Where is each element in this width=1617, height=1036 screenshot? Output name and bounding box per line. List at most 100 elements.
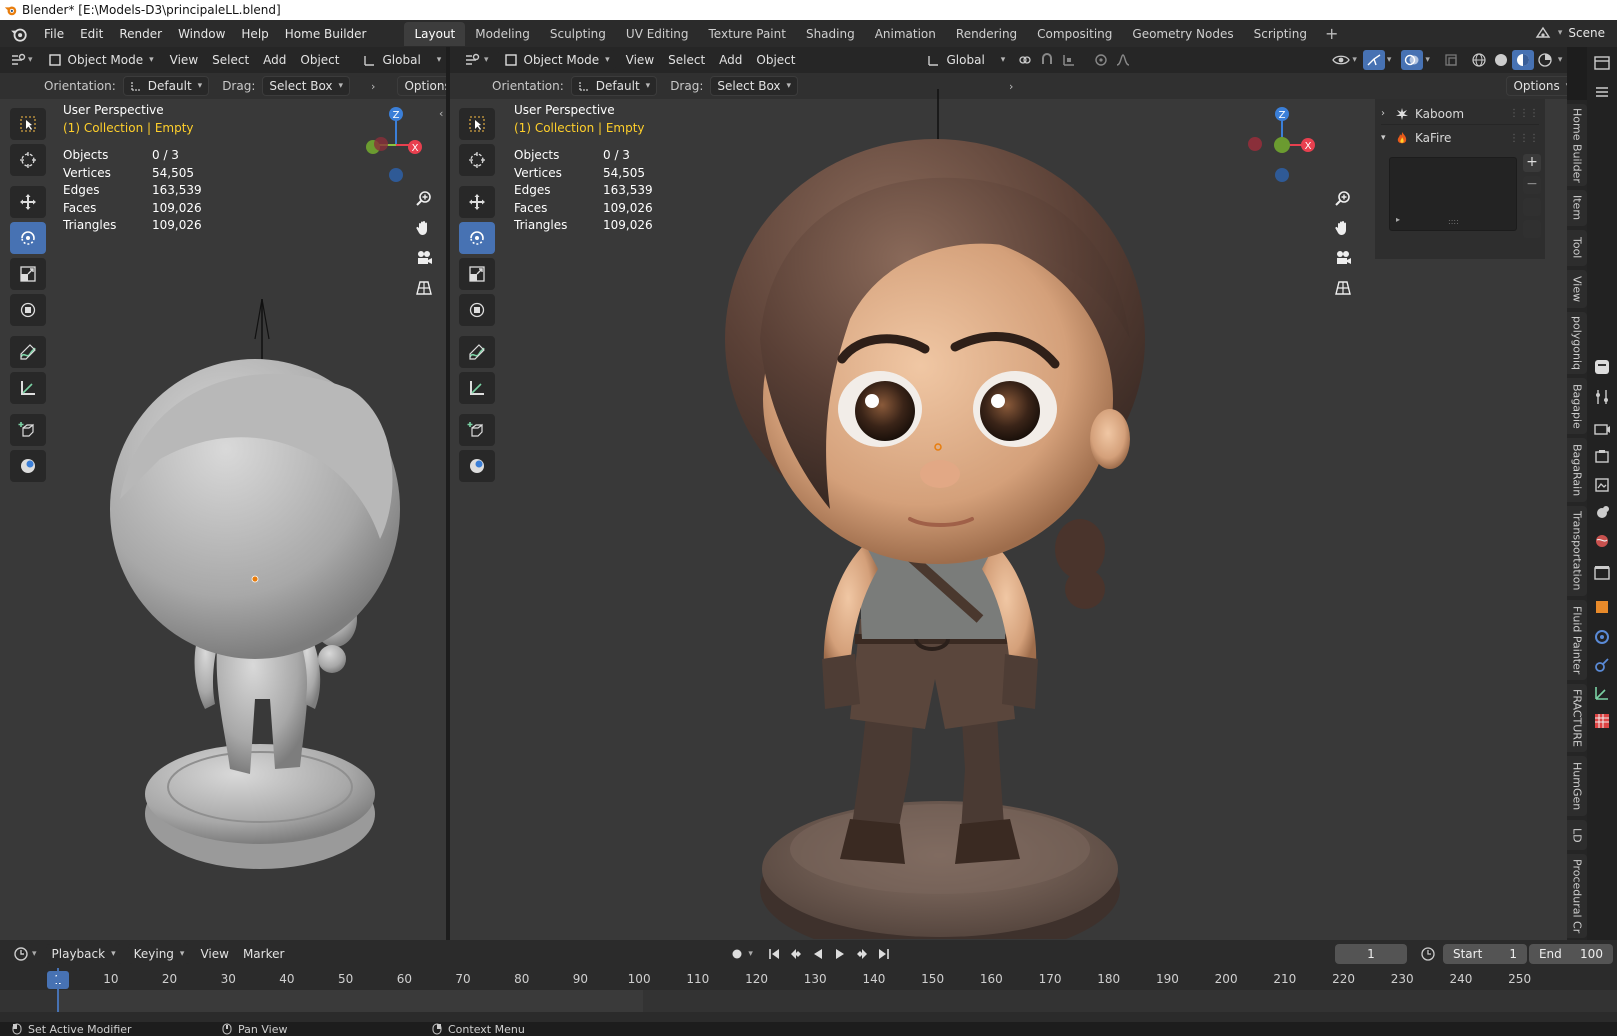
- scene-selector[interactable]: ▾ Scene: [1534, 22, 1617, 44]
- right-add-cube-tool-icon[interactable]: [459, 414, 495, 446]
- timeline-editor-type-icon[interactable]: [10, 944, 32, 964]
- jump-keyframe-back-icon[interactable]: [785, 944, 807, 964]
- left-options-dropdown[interactable]: Options: [397, 76, 448, 96]
- expand-chevron-icon[interactable]: ›: [1381, 108, 1395, 119]
- right-rotate-tool-icon[interactable]: [459, 222, 495, 254]
- scene-properties-icon[interactable]: [1592, 503, 1612, 523]
- collapse-chevron-icon[interactable]: ▾: [1381, 133, 1395, 143]
- select-box-tool-icon[interactable]: [10, 108, 46, 140]
- right-editor-type-icon[interactable]: [462, 50, 484, 70]
- left-menu-add[interactable]: Add: [256, 51, 293, 69]
- left-drag-dropdown[interactable]: Select Box ▾: [262, 76, 351, 96]
- jump-start-icon[interactable]: [763, 944, 785, 964]
- props-toggle-icon[interactable]: [1592, 357, 1612, 377]
- right-menu-add[interactable]: Add: [712, 51, 749, 69]
- right-overlay-toggle-icon[interactable]: [1401, 50, 1424, 70]
- right-navigation-gizmo[interactable]: Z X: [1246, 99, 1316, 189]
- right-visibility-icon[interactable]: [1330, 50, 1352, 70]
- object-properties-icon[interactable]: [1592, 597, 1612, 617]
- list-link-icon[interactable]: [1523, 220, 1541, 238]
- tab-animation[interactable]: Animation: [865, 22, 946, 46]
- right-zoom-icon[interactable]: [1330, 186, 1356, 210]
- left-menu-select[interactable]: Select: [205, 51, 256, 69]
- right-material-shading-icon[interactable]: [1511, 50, 1534, 70]
- play-reverse-icon[interactable]: [807, 944, 829, 964]
- right-measure-tool-icon[interactable]: [459, 372, 495, 404]
- scale-tool-icon[interactable]: [10, 258, 46, 290]
- list-resize-icon[interactable]: ::::: [1448, 217, 1459, 226]
- right-falloff-icon[interactable]: [1112, 50, 1134, 70]
- right-select-box-tool-icon[interactable]: [459, 108, 495, 140]
- right-rendered-shading-icon[interactable]: [1534, 50, 1556, 70]
- collection-properties-icon[interactable]: [1592, 563, 1612, 583]
- preview-range-icon[interactable]: [1417, 944, 1439, 964]
- rotate-tool-icon[interactable]: [10, 222, 46, 254]
- tab-geometry-nodes[interactable]: Geometry Nodes: [1122, 22, 1243, 46]
- side-tab-transportation[interactable]: Transportation: [1567, 506, 1587, 596]
- left-viewport-canvas[interactable]: User Perspective (1) Collection | Empty …: [0, 99, 446, 940]
- right-menu-object[interactable]: Object: [749, 51, 802, 69]
- list-remove-icon[interactable]: −: [1523, 176, 1541, 194]
- left-menu-view[interactable]: View: [163, 51, 205, 69]
- tool-properties-icon[interactable]: [1592, 387, 1612, 407]
- panel-kaboom[interactable]: › Kaboom ⋮⋮⋮: [1381, 103, 1539, 125]
- drag-handle-icon[interactable]: ⋮⋮⋮: [1509, 108, 1539, 119]
- keying-dropdown[interactable]: Keying ▾: [127, 944, 191, 964]
- right-viewport-canvas[interactable]: User Perspective (1) Collection | Empty …: [450, 89, 1567, 940]
- right-cursor-tool-icon[interactable]: [459, 144, 495, 176]
- camera-view-icon[interactable]: [411, 246, 437, 270]
- side-tab-polygoniq[interactable]: polygoniq: [1567, 312, 1587, 374]
- current-frame-field[interactable]: 1: [1334, 944, 1407, 964]
- left-toolbar-collapse-icon[interactable]: ‹: [439, 107, 443, 120]
- right-gizmo-toggle-icon[interactable]: [1362, 50, 1385, 70]
- shade-smooth-tool-icon[interactable]: [10, 450, 46, 482]
- right-annotate-tool-icon[interactable]: [459, 336, 495, 368]
- timeline-menu-marker[interactable]: Marker: [236, 945, 291, 963]
- right-camera-view-icon[interactable]: [1330, 246, 1356, 270]
- kafire-list-box[interactable]: ▸ ::::: [1389, 157, 1517, 231]
- right-scale-tool-icon[interactable]: [459, 258, 495, 290]
- side-tab-item[interactable]: Item: [1567, 190, 1587, 226]
- tab-texture-paint[interactable]: Texture Paint: [699, 22, 796, 46]
- right-options-dropdown[interactable]: Options▾: [1506, 76, 1567, 96]
- menu-help[interactable]: Help: [233, 23, 276, 45]
- menu-home-builder[interactable]: Home Builder: [277, 23, 375, 45]
- right-move-tool-icon[interactable]: [459, 186, 495, 218]
- side-tab-home-builder[interactable]: Home Builder: [1567, 104, 1587, 186]
- constraint-properties-icon[interactable]: [1592, 683, 1612, 703]
- left-mode-dropdown[interactable]: Object Mode ▾: [41, 50, 160, 70]
- clay-figure-model[interactable]: [100, 299, 420, 899]
- timeline-track-area[interactable]: [0, 968, 1617, 1012]
- measure-tool-icon[interactable]: [10, 372, 46, 404]
- move-tool-icon[interactable]: [10, 186, 46, 218]
- panel-kafire[interactable]: ▾ KaFire ⋮⋮⋮: [1381, 125, 1539, 151]
- drag-handle-icon[interactable]: ⋮⋮⋮: [1509, 133, 1539, 144]
- properties-menu-icon[interactable]: [1592, 82, 1612, 102]
- right-wireframe-shading-icon[interactable]: [1468, 50, 1490, 70]
- transform-tool-icon[interactable]: [10, 294, 46, 326]
- playback-dropdown[interactable]: Playback ▾: [45, 944, 122, 964]
- cursor-tool-icon[interactable]: [10, 144, 46, 176]
- right-menu-view[interactable]: View: [619, 51, 661, 69]
- tab-modeling[interactable]: Modeling: [465, 22, 540, 46]
- right-transform-orientation-dropdown[interactable]: Global ▾: [920, 50, 1012, 70]
- list-expand-icon[interactable]: ▸: [1396, 215, 1400, 224]
- right-snap-increment-icon[interactable]: [1058, 50, 1080, 70]
- play-icon[interactable]: [829, 944, 851, 964]
- side-tab-humgen[interactable]: HumGen: [1567, 756, 1587, 816]
- left-expand-icon[interactable]: ›: [371, 80, 375, 93]
- right-mode-dropdown[interactable]: Object Mode ▾: [497, 50, 616, 70]
- tab-compositing[interactable]: Compositing: [1027, 22, 1122, 46]
- add-workspace-icon[interactable]: +: [1317, 24, 1346, 43]
- list-add-icon[interactable]: +: [1523, 154, 1541, 172]
- jump-end-icon[interactable]: [873, 944, 895, 964]
- right-ortho-grid-icon[interactable]: [1330, 276, 1356, 300]
- menu-file[interactable]: File: [36, 23, 72, 45]
- auto-keying-icon[interactable]: [726, 944, 748, 964]
- tab-shading[interactable]: Shading: [796, 22, 865, 46]
- timeline-menu-view[interactable]: View: [193, 945, 235, 963]
- right-solid-shading-icon[interactable]: [1490, 50, 1512, 70]
- side-tab-view[interactable]: View: [1567, 270, 1587, 308]
- right-pan-hand-icon[interactable]: [1330, 216, 1356, 240]
- menu-window[interactable]: Window: [170, 23, 233, 45]
